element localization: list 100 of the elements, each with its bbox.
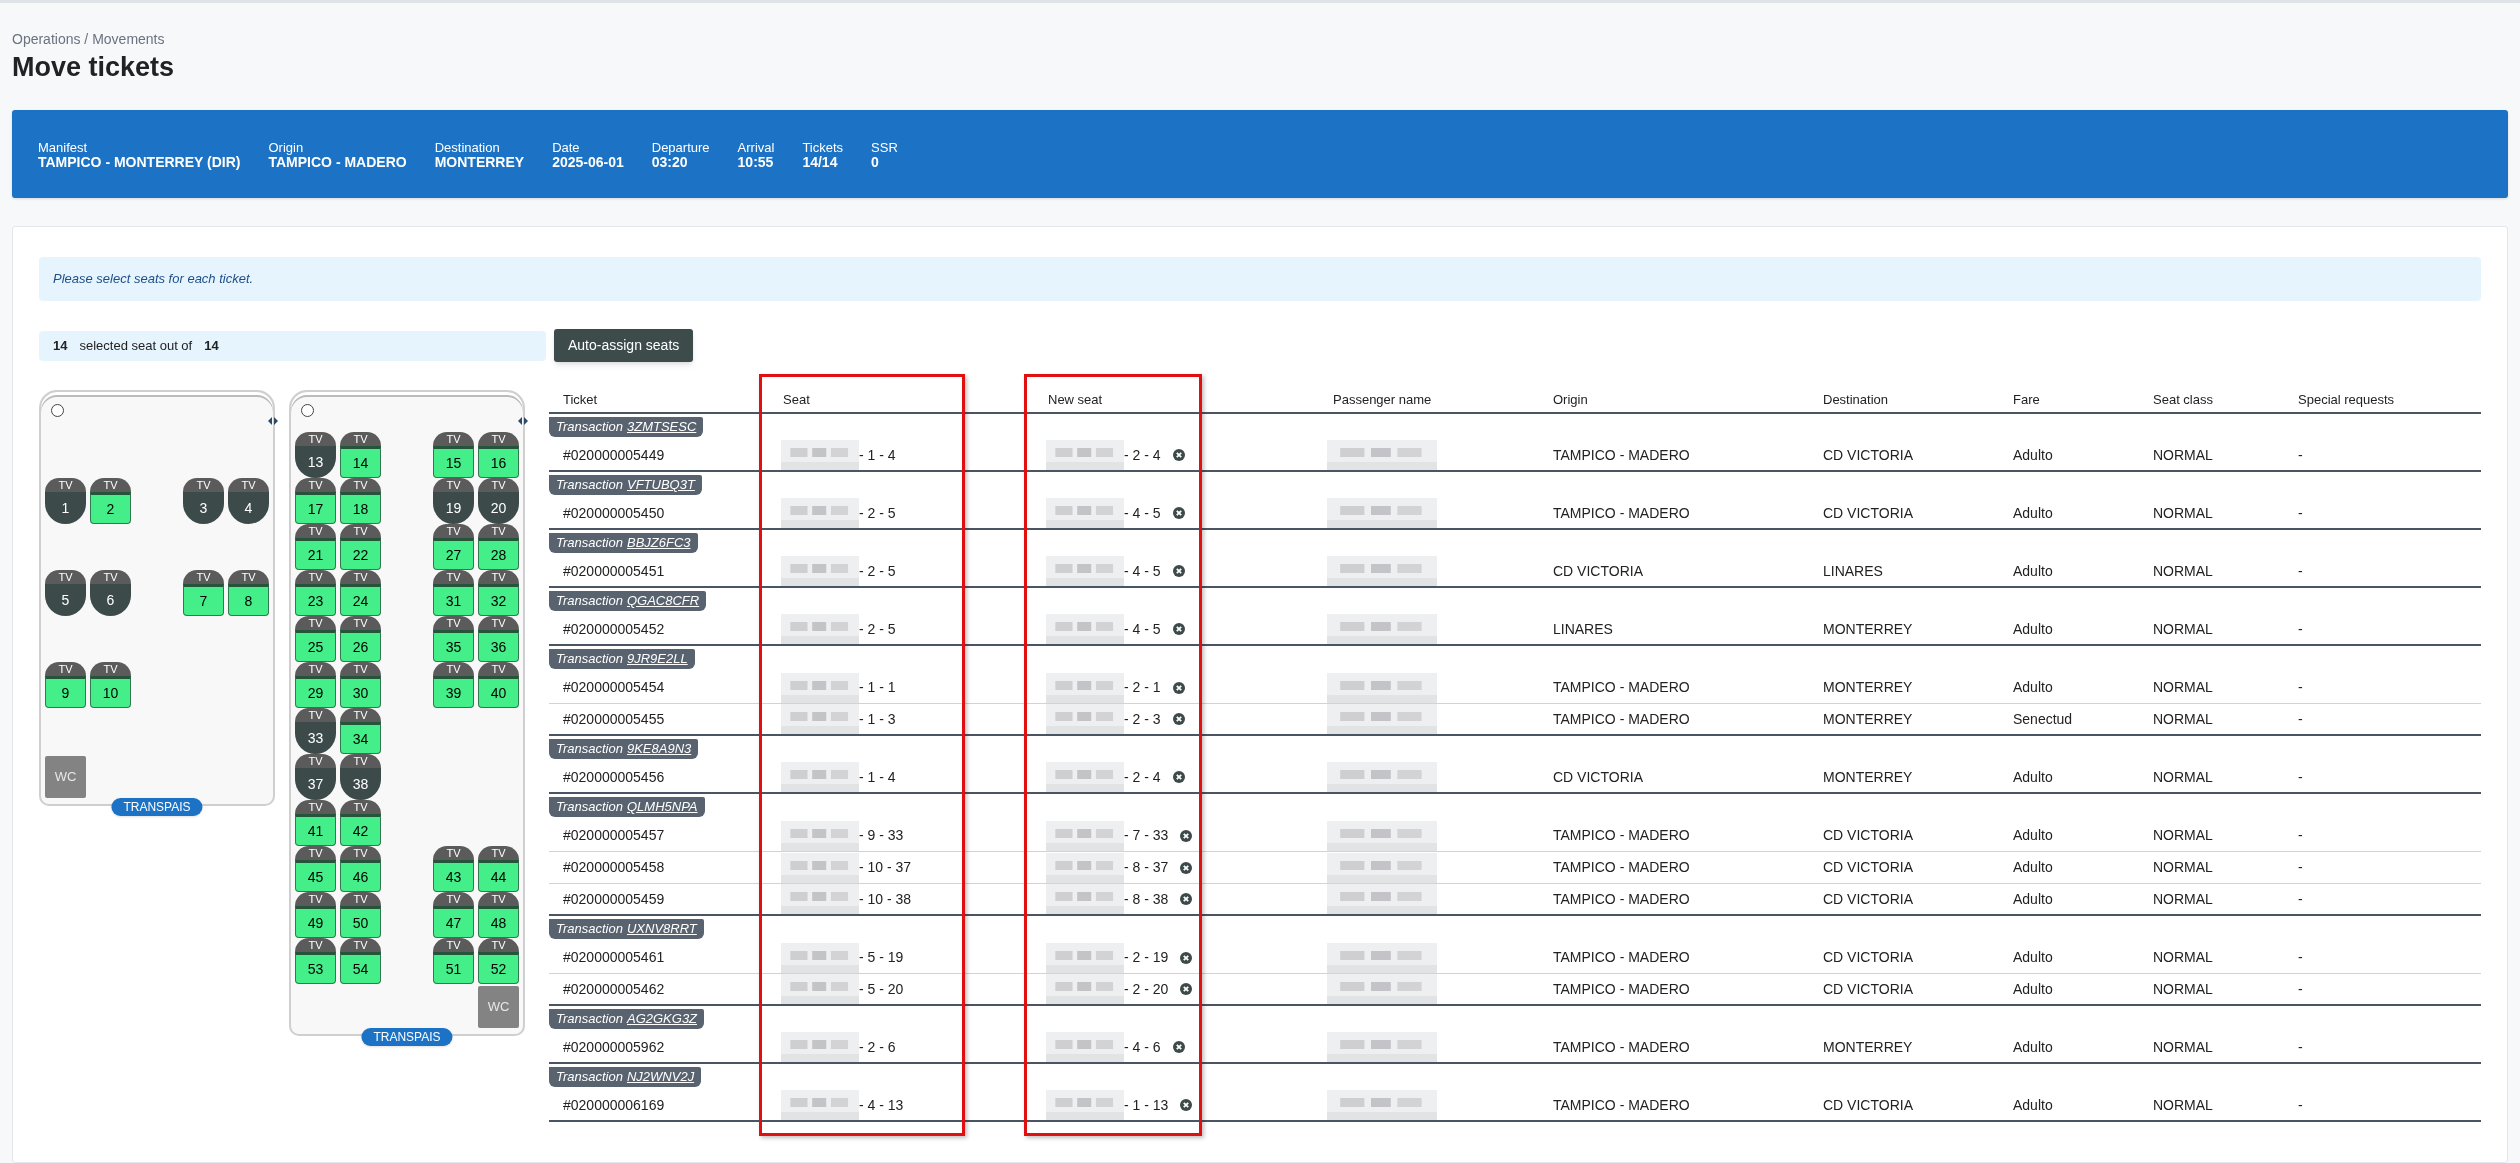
- occupied-seat[interactable]: 6: [90, 584, 131, 616]
- tv-tag: TV: [433, 616, 474, 630]
- remove-icon[interactable]: [1180, 829, 1193, 842]
- trip-info-value: 2025-06-01: [552, 155, 624, 170]
- ticket-number: #020000005449: [562, 445, 666, 465]
- available-seat[interactable]: 15: [433, 446, 474, 478]
- available-seat[interactable]: 26: [340, 630, 381, 662]
- transaction-link[interactable]: QGAC8CFR: [626, 591, 700, 611]
- available-seat[interactable]: 10: [90, 676, 131, 708]
- available-seat[interactable]: 41: [295, 814, 336, 846]
- occupied-seat[interactable]: 13: [295, 446, 336, 478]
- available-seat[interactable]: 16: [478, 446, 519, 478]
- available-seat[interactable]: 7: [183, 584, 224, 616]
- occupied-seat[interactable]: 37: [295, 768, 336, 800]
- available-seat[interactable]: 42: [340, 814, 381, 846]
- remove-icon[interactable]: [1180, 1099, 1193, 1111]
- ticket-number: #020000005462: [562, 979, 666, 999]
- transaction-link[interactable]: 9KE8A9N3: [626, 739, 692, 759]
- remove-icon[interactable]: [1180, 983, 1193, 995]
- fare-cell-text: Adulto: [2012, 948, 2054, 967]
- transaction-link[interactable]: 3ZMTSESC: [626, 417, 697, 437]
- available-seat[interactable]: 44: [478, 860, 519, 892]
- occupied-seat[interactable]: 33: [295, 722, 336, 754]
- available-seat[interactable]: 23: [295, 584, 336, 616]
- remove-icon[interactable]: [1172, 623, 1185, 635]
- available-seat[interactable]: 28: [478, 538, 519, 570]
- destination-cell-text: CD VICTORIA: [1822, 948, 1914, 967]
- available-seat[interactable]: 43: [433, 860, 474, 892]
- available-seat[interactable]: 47: [433, 906, 474, 938]
- remove-icon[interactable]: [1172, 713, 1185, 725]
- transaction-link[interactable]: AG2GKG3Z: [626, 1009, 698, 1029]
- available-seat[interactable]: 40: [478, 676, 519, 708]
- available-seat[interactable]: 9: [45, 676, 86, 708]
- tv-tag: TV: [295, 846, 336, 860]
- remove-icon[interactable]: [1180, 893, 1193, 905]
- special-requests-cell-text: -: [2297, 767, 2304, 787]
- available-seat[interactable]: 8: [228, 584, 269, 616]
- transaction-link[interactable]: NJ2WNV2J: [626, 1067, 695, 1087]
- tv-tag: TV: [340, 708, 381, 722]
- remove-icon[interactable]: [1172, 681, 1185, 694]
- available-seat[interactable]: 45: [295, 860, 336, 892]
- remove-icon[interactable]: [1172, 449, 1185, 461]
- remove-icon[interactable]: [1180, 861, 1193, 874]
- new-seat-number: - 8 - 38: [1124, 889, 1169, 909]
- available-seat[interactable]: 21: [295, 538, 336, 570]
- new-seat-number: - 2 - 4: [1124, 445, 1161, 465]
- transaction-link[interactable]: BBJZ6FC3: [626, 533, 691, 553]
- available-seat[interactable]: 48: [478, 906, 519, 938]
- transaction-link[interactable]: 9JR9E2LL: [626, 649, 688, 669]
- auto-assign-button[interactable]: Auto-assign seats: [554, 329, 694, 362]
- left-right-arrows-icon[interactable]: [517, 416, 529, 426]
- selected-count: 14: [53, 336, 68, 355]
- available-seat[interactable]: 22: [340, 538, 381, 570]
- available-seat[interactable]: 32: [478, 584, 519, 616]
- transaction-link[interactable]: VFTUBQ3T: [626, 475, 695, 495]
- special-requests-cell-text: -: [2297, 826, 2304, 845]
- occupied-seat[interactable]: 5: [45, 584, 86, 616]
- available-seat[interactable]: 52: [478, 952, 519, 984]
- transaction-link[interactable]: QLMH5NPA: [626, 797, 698, 817]
- available-seat[interactable]: 29: [295, 676, 336, 708]
- available-seat[interactable]: 25: [295, 630, 336, 662]
- destination-cell-text: MONTERREY: [1822, 1037, 1914, 1057]
- available-seat[interactable]: 34: [340, 722, 381, 754]
- occupied-seat[interactable]: 4: [228, 492, 269, 524]
- available-seat[interactable]: 54: [340, 952, 381, 984]
- transaction-label: Transaction: [556, 592, 623, 610]
- special-requests-cell-text: -: [2297, 561, 2304, 581]
- occupied-seat[interactable]: 20: [478, 492, 519, 524]
- available-seat[interactable]: 46: [340, 860, 381, 892]
- available-seat[interactable]: 53: [295, 952, 336, 984]
- transaction-label: Transaction: [556, 476, 623, 494]
- occupied-seat[interactable]: 38: [340, 768, 381, 800]
- available-seat[interactable]: 24: [340, 584, 381, 616]
- remove-icon[interactable]: [1172, 771, 1185, 783]
- available-seat[interactable]: 50: [340, 906, 381, 938]
- remove-icon[interactable]: [1172, 565, 1185, 577]
- remove-icon[interactable]: [1180, 951, 1193, 964]
- left-right-arrows-icon[interactable]: [267, 416, 279, 426]
- available-seat[interactable]: 49: [295, 906, 336, 938]
- breadcrumb: Operations / Movements: [12, 30, 166, 49]
- trip-info-label: Tickets: [802, 140, 844, 155]
- occupied-seat[interactable]: 1: [45, 492, 86, 524]
- available-seat[interactable]: 14: [340, 446, 381, 478]
- available-seat[interactable]: 35: [433, 630, 474, 662]
- available-seat[interactable]: 27: [433, 538, 474, 570]
- available-seat[interactable]: 17: [295, 492, 336, 524]
- available-seat[interactable]: 31: [433, 584, 474, 616]
- available-seat[interactable]: 18: [340, 492, 381, 524]
- available-seat[interactable]: 36: [478, 630, 519, 662]
- transaction-link[interactable]: UXNV8RRT: [626, 919, 697, 939]
- occupied-seat[interactable]: 19: [433, 492, 474, 524]
- remove-icon[interactable]: [1172, 1041, 1185, 1053]
- available-seat[interactable]: 2: [90, 492, 131, 524]
- remove-icon[interactable]: [1172, 507, 1185, 519]
- fare-cell-text: Adulto: [2012, 619, 2054, 639]
- available-seat[interactable]: 51: [433, 952, 474, 984]
- available-seat[interactable]: 39: [433, 676, 474, 708]
- destination-cell-text: MONTERREY: [1822, 678, 1914, 697]
- available-seat[interactable]: 30: [340, 676, 381, 708]
- occupied-seat[interactable]: 3: [183, 492, 224, 524]
